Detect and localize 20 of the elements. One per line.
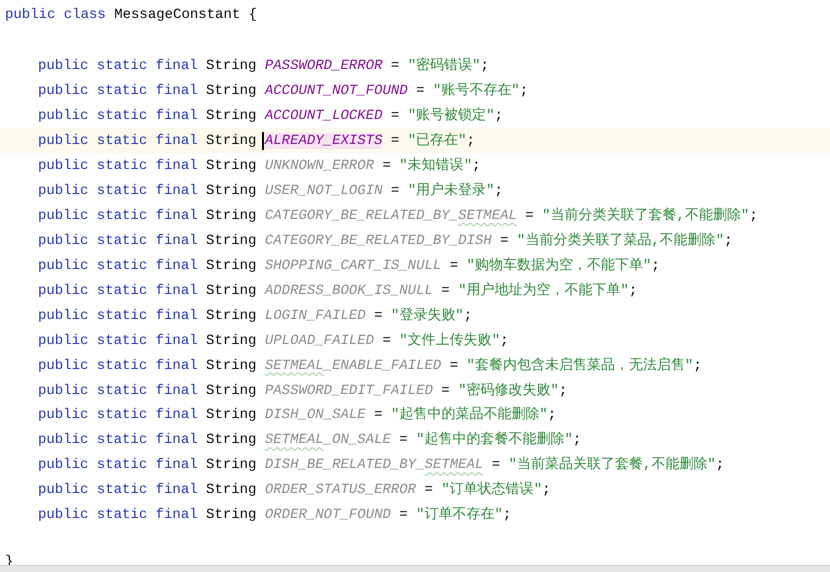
code-line: public static final String ACCOUNT_LOCKED = "账号被锁定"; [38,106,503,124]
code-line: public class MessageConstant { [5,7,258,24]
code-line: public static final String DISH_BE_RELATED_BY_SETMEAL = "当前菜品关联了套餐,不能删除"; [38,455,724,474]
code-line: public static final String CATEGORY_BE_RELATED_BY_SETMEAL = "当前分类关联了套餐,不能删除"; [38,206,758,224]
code-line: public static final String PASSWORD_ERROR = "密码错误"; [38,56,489,74]
code-line: public static final String UNKNOWN_ERROR = "未知错误"; [38,156,481,174]
code-line: public static final String ACCOUNT_NOT_FOUND = "账号不存在"; [38,82,528,100]
code-line: public static final String ORDER_STATUS_ERROR = "订单状态错误"; [38,480,551,498]
code-line: public static final String ALREADY_EXISTS = "已存在"; [38,131,475,150]
code-line: public static final String SETMEAL_ON_SALE = "起售中的套餐不能删除"; [38,430,582,448]
code-line: public static final String DISH_ON_SALE = "起售中的菜品不能删除"; [38,406,556,424]
code-line: public static final String USER_NOT_LOGIN = "用户未登录"; [38,181,503,200]
code-line: public static final String ORDER_NOT_FOUND = "订单不存在"; [38,506,512,524]
code-line: public static final String UPLOAD_FAILED = "文件上传失败"; [38,331,509,349]
code-line: public static final String CATEGORY_BE_RELATED_BY_DISH = "当前分类关联了菜品,不能删除"; [38,231,733,249]
code-line: public static final String LOGIN_FAILED = "登录失败"; [38,306,472,324]
code-line: public static final String SETMEAL_ENABLE_FAILED = "套餐内包含未启售菜品，无法启售"; [38,356,702,374]
code-line: public static final String SHOPPING_CART_IS_NULL = "购物车数据为空，不能下单"; [38,256,660,274]
code-line: public static final String ADDRESS_BOOK_IS_NULL = "用户地址为空，不能下单"; [38,281,638,299]
code-line: public static final String PASSWORD_EDIT_FAILED = "密码修改失败"; [38,381,568,399]
